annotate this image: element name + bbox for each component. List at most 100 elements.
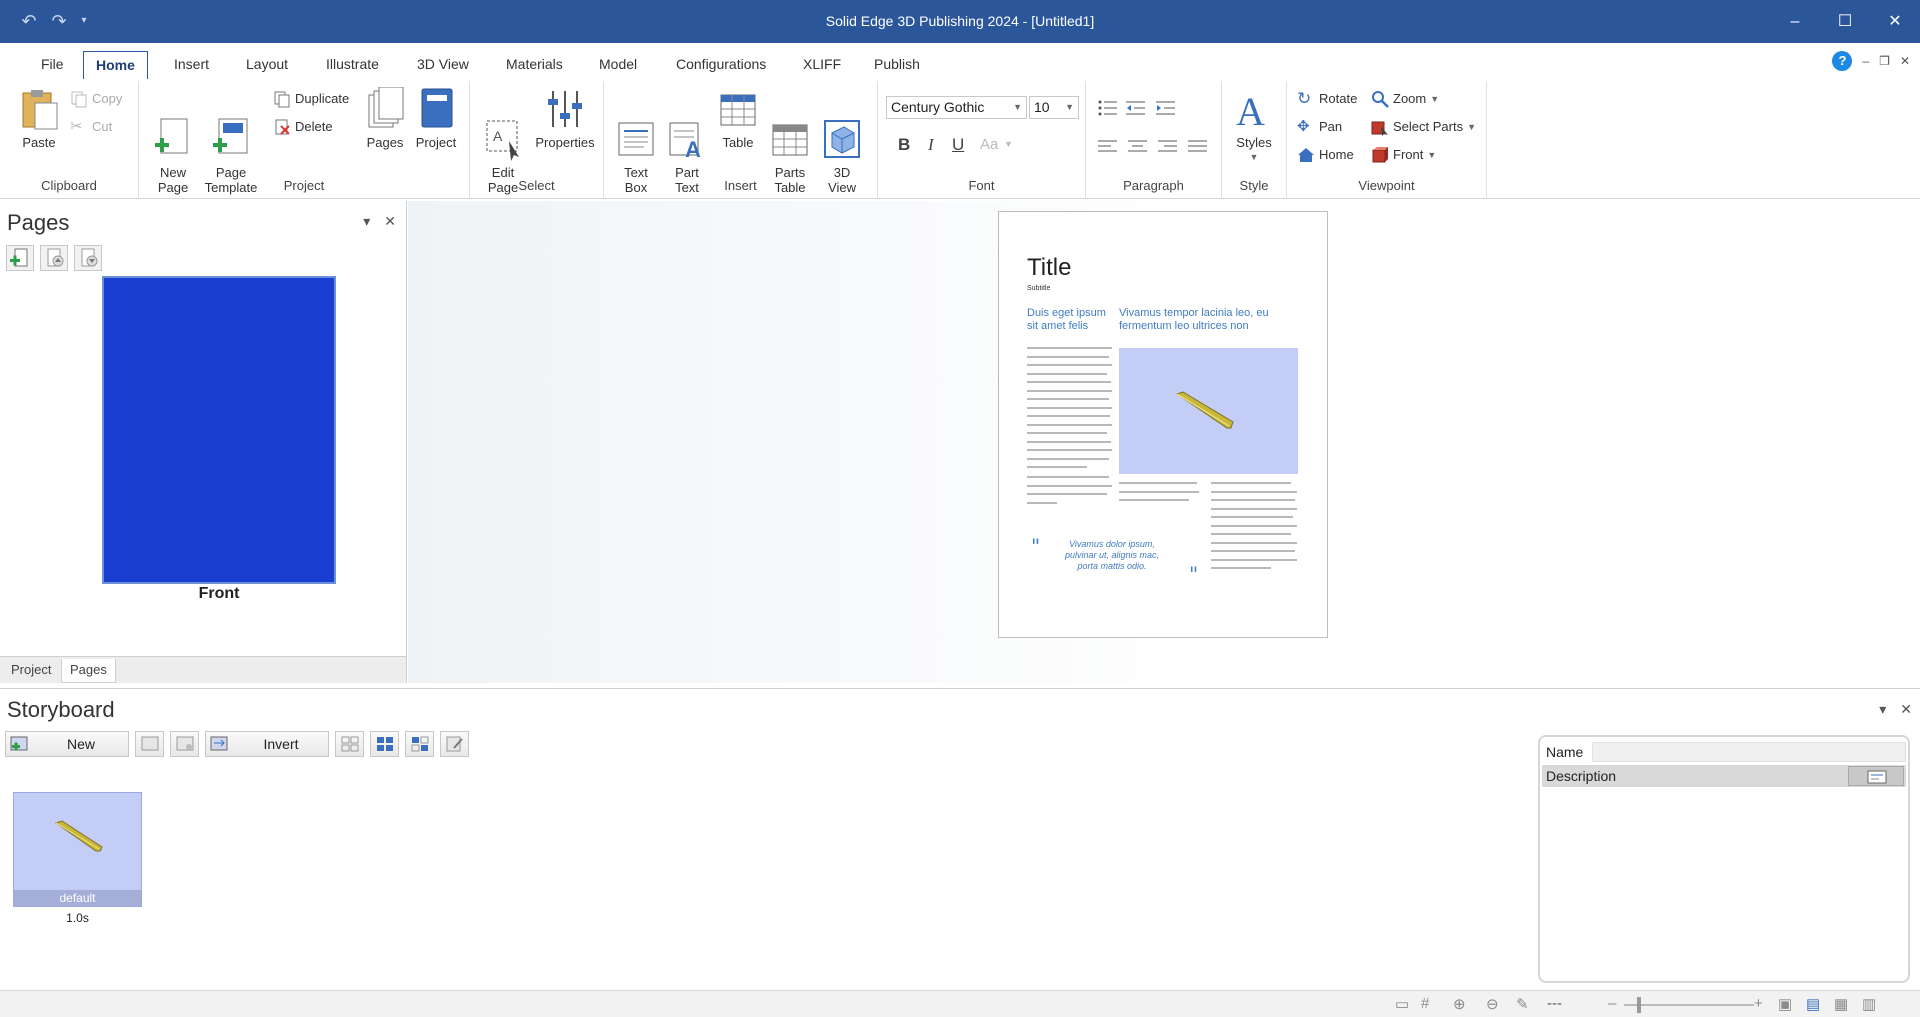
tab-file[interactable]: File: [29, 51, 76, 79]
move-page-up-icon[interactable]: [40, 245, 68, 271]
underline-button[interactable]: U: [952, 135, 964, 155]
minimize-button[interactable]: –: [1770, 0, 1820, 43]
tab-model[interactable]: Model: [587, 51, 649, 79]
view-grid-button[interactable]: [335, 731, 364, 757]
ribbon-close-icon[interactable]: ✕: [1900, 54, 1910, 68]
align-left-icon[interactable]: [1098, 139, 1118, 156]
tab-materials[interactable]: Materials: [494, 51, 575, 79]
zoom-in-icon[interactable]: +: [1754, 995, 1763, 1012]
tab-pages[interactable]: Pages: [61, 659, 116, 683]
document-page[interactable]: Title Subtitle Duis eget ipsum sit amet …: [998, 211, 1328, 638]
tab-configurations[interactable]: Configurations: [664, 51, 778, 79]
actual-size-icon[interactable]: ▦: [1834, 995, 1848, 1013]
snap-off-icon[interactable]: ⊖: [1486, 995, 1499, 1013]
fit-page-icon[interactable]: ▣: [1778, 995, 1792, 1013]
page-layout-icon[interactable]: ▭: [1395, 995, 1409, 1013]
doc-body-text-mid[interactable]: [1119, 482, 1199, 508]
decrease-indent-icon[interactable]: [1126, 100, 1146, 119]
description-field[interactable]: [1544, 789, 1904, 977]
table-button[interactable]: Table: [718, 87, 758, 150]
doc-body-text-left[interactable]: [1027, 347, 1112, 475]
align-right-icon[interactable]: [1158, 139, 1178, 156]
doc-heading-left[interactable]: Duis eget ipsum sit amet felis: [1027, 307, 1112, 333]
doc-body-text-left-2[interactable]: [1027, 476, 1112, 510]
font-size-select[interactable]: 10 ▼: [1029, 96, 1079, 119]
page-canvas[interactable]: Title Subtitle Duis eget ipsum sit amet …: [408, 201, 1920, 683]
zoom-button[interactable]: Zoom ▼: [1371, 88, 1439, 110]
insert-frame-button[interactable]: [170, 731, 199, 757]
bold-button[interactable]: B: [898, 135, 910, 155]
italic-button[interactable]: I: [928, 135, 934, 155]
font-family-select[interactable]: Century Gothic ▼: [886, 96, 1027, 119]
delete-button[interactable]: Delete: [273, 116, 333, 138]
new-frame-button[interactable]: New: [5, 731, 129, 757]
doc-3d-view[interactable]: [1119, 348, 1298, 474]
select-parts-button[interactable]: Select Parts ▼: [1371, 116, 1476, 138]
view-details-button[interactable]: [405, 731, 434, 757]
help-icon[interactable]: ?: [1832, 51, 1853, 71]
tab-project[interactable]: Project: [3, 659, 59, 683]
rotate-label: Rotate: [1319, 91, 1358, 106]
home-view-button[interactable]: Home: [1297, 144, 1354, 166]
justify-icon[interactable]: [1188, 139, 1208, 156]
tab-xliff[interactable]: XLIFF: [791, 51, 853, 79]
fit-width-icon[interactable]: ▤: [1806, 995, 1820, 1013]
doc-subtitle[interactable]: Subtitle: [1027, 285, 1050, 292]
pan-button[interactable]: ✥ Pan: [1297, 116, 1342, 138]
panel-menu-icon[interactable]: ▾: [363, 213, 370, 230]
panel-menu-icon[interactable]: ▾: [1879, 701, 1886, 718]
tab-3d-view[interactable]: 3D View: [405, 51, 481, 79]
svg-text:A: A: [685, 137, 701, 161]
description-edit-button[interactable]: [1848, 766, 1904, 786]
update-frame-button[interactable]: [135, 731, 164, 757]
ribbon-minimize-icon[interactable]: –: [1862, 54, 1869, 68]
cut-button[interactable]: ✂ Cut: [70, 116, 112, 138]
styles-button[interactable]: A Styles ▼: [1230, 87, 1278, 165]
project-button[interactable]: Project: [413, 87, 459, 150]
panel-close-icon[interactable]: ✕: [1900, 701, 1912, 718]
doc-title[interactable]: Title: [1027, 254, 1071, 282]
tab-home[interactable]: Home: [83, 51, 148, 79]
add-page-icon[interactable]: [6, 245, 34, 271]
move-page-down-icon[interactable]: [74, 245, 102, 271]
zoom-out-icon[interactable]: –: [1608, 995, 1616, 1012]
front-view-button[interactable]: Front ▼: [1371, 144, 1436, 166]
panel-close-icon[interactable]: ✕: [384, 213, 396, 230]
name-field[interactable]: [1592, 742, 1906, 762]
zoom-slider-thumb[interactable]: [1637, 997, 1641, 1013]
doc-heading-right[interactable]: Vivamus tempor lacinia leo, eu fermentum…: [1119, 307, 1299, 333]
doc-body-text-right[interactable]: [1211, 482, 1297, 576]
doc-pull-quote[interactable]: Vivamus dolor ipsum, pulvinar ut, aligni…: [1057, 539, 1167, 572]
delete-icon: [273, 118, 291, 136]
snap-icon[interactable]: ⊕: [1453, 995, 1466, 1013]
close-button[interactable]: ✕: [1870, 0, 1920, 43]
edit-frame-button[interactable]: [440, 731, 469, 757]
tab-layout[interactable]: Layout: [234, 51, 300, 79]
zoom-slider[interactable]: [1624, 1004, 1754, 1006]
ribbon-restore-icon[interactable]: ❐: [1879, 54, 1890, 68]
storyboard-frame[interactable]: default: [13, 792, 142, 907]
pages-button[interactable]: Pages: [365, 86, 405, 150]
paste-button[interactable]: Paste: [18, 87, 60, 150]
grid-icon[interactable]: #: [1421, 995, 1429, 1012]
details-icon: [411, 736, 429, 755]
style-group-label: Style: [1239, 178, 1269, 193]
3d-view-icon: [822, 102, 862, 158]
maximize-button[interactable]: ☐: [1820, 0, 1870, 43]
tab-insert[interactable]: Insert: [162, 51, 221, 79]
measure-icon[interactable]: ✎: [1516, 995, 1529, 1013]
properties-button[interactable]: Properties: [532, 87, 598, 150]
font-color-button[interactable]: Aa: [980, 136, 998, 153]
bullets-icon[interactable]: [1098, 100, 1118, 119]
page-thumbnail-front[interactable]: [102, 276, 336, 584]
align-center-icon[interactable]: [1128, 139, 1148, 156]
fit-all-icon[interactable]: ▥: [1862, 995, 1876, 1013]
copy-button[interactable]: Copy: [70, 88, 122, 110]
view-thumbnails-button[interactable]: [370, 731, 399, 757]
tab-publish[interactable]: Publish: [862, 51, 932, 79]
duplicate-button[interactable]: Duplicate: [273, 88, 349, 110]
tab-illustrate[interactable]: Illustrate: [314, 51, 391, 79]
rotate-button[interactable]: ↻ Rotate: [1297, 88, 1357, 110]
increase-indent-icon[interactable]: [1156, 100, 1176, 119]
invert-button[interactable]: Invert: [205, 731, 329, 757]
